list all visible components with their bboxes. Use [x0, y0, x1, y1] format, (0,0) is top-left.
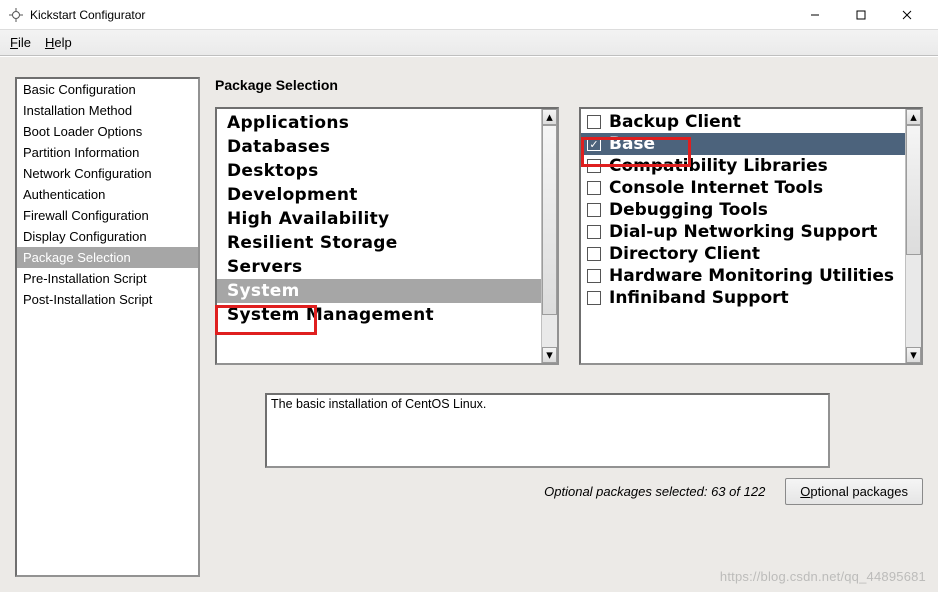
scroll-thumb[interactable]	[542, 125, 557, 315]
scroll-down-icon[interactable]: ▾	[906, 347, 921, 363]
menu-file[interactable]: File	[6, 33, 35, 52]
category-item[interactable]: System Management	[217, 303, 541, 327]
package-item[interactable]: Directory Client	[581, 243, 905, 265]
main-panel: Package Selection Applications Databases…	[215, 77, 923, 577]
titlebar: Kickstart Configurator	[0, 0, 938, 30]
scroll-thumb[interactable]	[906, 125, 921, 255]
sidebar-item-boot-loader-options[interactable]: Boot Loader Options	[17, 121, 198, 142]
sidebar-item-pre-installation-script[interactable]: Pre-Installation Script	[17, 268, 198, 289]
package-label: Dial-up Networking Support	[609, 222, 877, 242]
category-item[interactable]: High Availability	[217, 207, 541, 231]
checkbox-icon[interactable]	[587, 203, 601, 217]
category-item[interactable]: Development	[217, 183, 541, 207]
client-area: Basic Configuration Installation Method …	[0, 56, 938, 592]
section-title: Package Selection	[215, 77, 923, 93]
app-icon	[8, 7, 24, 23]
package-label: Hardware Monitoring Utilities	[609, 266, 894, 286]
package-label: Debugging Tools	[609, 200, 768, 220]
package-item[interactable]: Console Internet Tools	[581, 177, 905, 199]
window-title: Kickstart Configurator	[30, 8, 145, 22]
optional-packages-button[interactable]: Optional packages	[785, 478, 923, 505]
package-label: Base	[609, 134, 655, 154]
sidebar-item-network-configuration[interactable]: Network Configuration	[17, 163, 198, 184]
checkbox-icon[interactable]	[587, 225, 601, 239]
checkbox-icon[interactable]	[587, 181, 601, 195]
minimize-button[interactable]	[792, 0, 838, 30]
sidebar-item-post-installation-script[interactable]: Post-Installation Script	[17, 289, 198, 310]
package-label: Compatibility Libraries	[609, 156, 828, 176]
package-item[interactable]: Backup Client	[581, 111, 905, 133]
package-item[interactable]: Compatibility Libraries	[581, 155, 905, 177]
package-item[interactable]: Infiniband Support	[581, 287, 905, 309]
category-item[interactable]: Servers	[217, 255, 541, 279]
category-item[interactable]: Databases	[217, 135, 541, 159]
menubar: File Help	[0, 30, 938, 56]
checkbox-icon[interactable]: ✓	[587, 137, 601, 151]
menu-help[interactable]: Help	[41, 33, 76, 52]
checkbox-icon[interactable]	[587, 269, 601, 283]
scrollbar[interactable]: ▴ ▾	[905, 109, 921, 363]
checkbox-icon[interactable]	[587, 115, 601, 129]
package-item[interactable]: Hardware Monitoring Utilities	[581, 265, 905, 287]
package-item[interactable]: Dial-up Networking Support	[581, 221, 905, 243]
package-label: Console Internet Tools	[609, 178, 823, 198]
package-label: Directory Client	[609, 244, 760, 264]
sidebar-item-display-configuration[interactable]: Display Configuration	[17, 226, 198, 247]
scroll-up-icon[interactable]: ▴	[542, 109, 557, 125]
category-item[interactable]: Desktops	[217, 159, 541, 183]
sidebar-item-package-selection[interactable]: Package Selection	[17, 247, 198, 268]
category-item[interactable]: Applications	[217, 111, 541, 135]
sidebar-item-firewall-configuration[interactable]: Firewall Configuration	[17, 205, 198, 226]
package-item[interactable]: Debugging Tools	[581, 199, 905, 221]
watermark: https://blog.csdn.net/qq_44895681	[720, 569, 926, 584]
checkbox-icon[interactable]	[587, 159, 601, 173]
scroll-up-icon[interactable]: ▴	[906, 109, 921, 125]
sidebar-item-installation-method[interactable]: Installation Method	[17, 100, 198, 121]
maximize-button[interactable]	[838, 0, 884, 30]
package-list: Backup Client ✓ Base Compatibility Librar…	[579, 107, 923, 365]
sidebar: Basic Configuration Installation Method …	[15, 77, 200, 577]
sidebar-item-authentication[interactable]: Authentication	[17, 184, 198, 205]
category-list: Applications Databases Desktops Developm…	[215, 107, 559, 365]
sidebar-item-basic-configuration[interactable]: Basic Configuration	[17, 79, 198, 100]
description-box: The basic installation of CentOS Linux.	[265, 393, 830, 468]
category-item-selected[interactable]: System	[217, 279, 541, 303]
sidebar-item-partition-information[interactable]: Partition Information	[17, 142, 198, 163]
category-item[interactable]: Resilient Storage	[217, 231, 541, 255]
checkbox-icon[interactable]	[587, 291, 601, 305]
optional-count: Optional packages selected: 63 of 122	[544, 484, 765, 499]
package-label: Backup Client	[609, 112, 741, 132]
scrollbar[interactable]: ▴ ▾	[541, 109, 557, 363]
scroll-down-icon[interactable]: ▾	[542, 347, 557, 363]
checkbox-icon[interactable]	[587, 247, 601, 261]
package-item-selected[interactable]: ✓ Base	[581, 133, 905, 155]
package-label: Infiniband Support	[609, 288, 789, 308]
close-button[interactable]	[884, 0, 930, 30]
